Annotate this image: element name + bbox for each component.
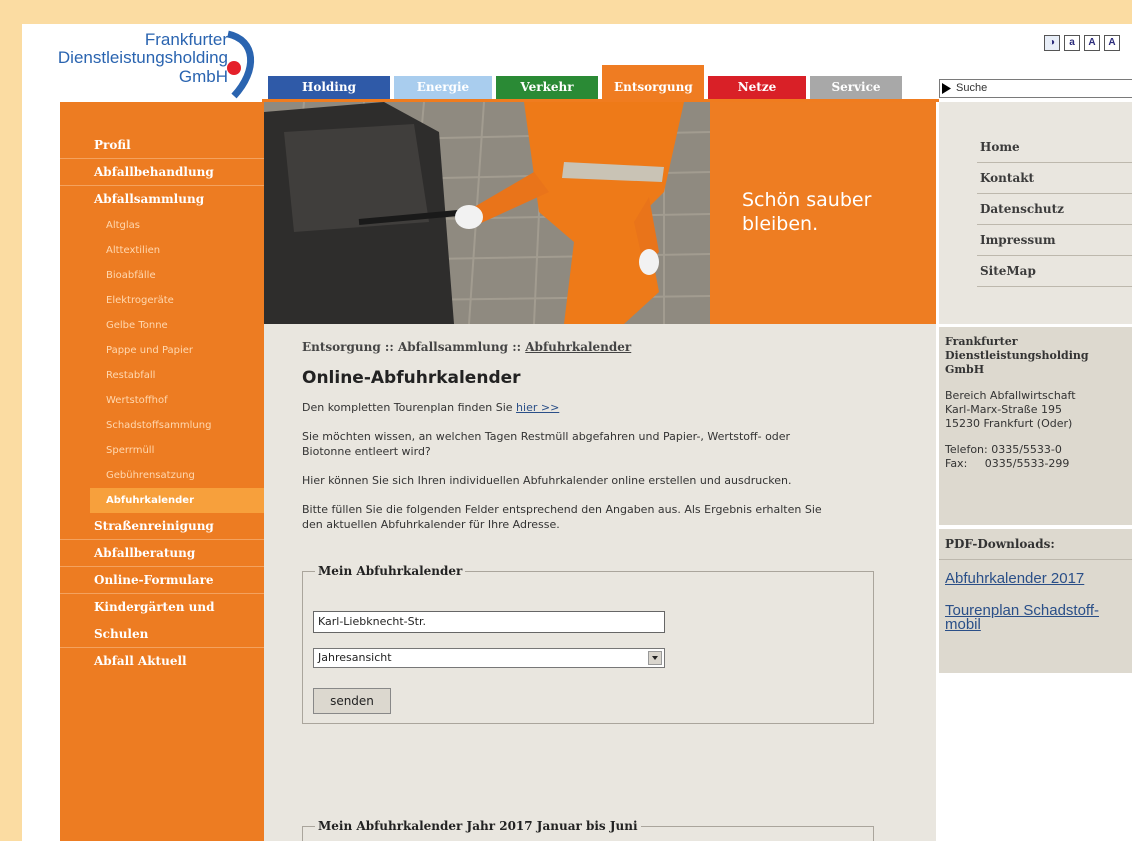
nav-impressum[interactable]: Impressum — [977, 225, 1132, 256]
left-navigation: Profil Abfallbehandlung Abfallsammlung A… — [60, 102, 264, 841]
page-title: Online-Abfuhrkalender — [302, 368, 521, 388]
nav-sub-altglas[interactable]: Altglas — [60, 213, 264, 238]
main-tabs: Holding Energie Verkehr Entsorgung Netze… — [268, 65, 902, 99]
nav-profil[interactable]: Profil — [60, 132, 264, 159]
calendar-form: Mein Abfuhrkalender Karl-Liebknecht-Str.… — [302, 564, 874, 724]
hero-slogan: Schön sauber bleiben. — [742, 189, 872, 235]
hero-banner: Schön sauber bleiben. — [264, 102, 936, 324]
tab-verkehr[interactable]: Verkehr — [496, 76, 598, 99]
contact-company: Frankfurter Dienstleistungsholding GmbH — [945, 335, 1089, 376]
nav-sub-schadstoffsammlung[interactable]: Schadstoffsammlung — [60, 413, 264, 438]
breadcrumb-path[interactable]: Entsorgung :: Abfallsammlung :: — [302, 340, 525, 354]
search-arrow-icon — [942, 83, 951, 94]
nav-kindergaerten[interactable]: Kindergärten und — [60, 594, 264, 621]
nav-abfallberatung[interactable]: Abfallberatung — [60, 540, 264, 567]
service-navigation: Home Kontakt Datenschutz Impressum SiteM… — [939, 102, 1132, 324]
info-paragraph: Hier können Sie sich Ihren individuellen… — [302, 474, 792, 487]
nav-sub-bioabfaelle[interactable]: Bioabfälle — [60, 263, 264, 288]
main-content: Entsorgung :: Abfallsammlung :: Abfuhrka… — [264, 324, 936, 841]
tab-holding[interactable]: Holding — [268, 76, 390, 99]
question-paragraph: Sie möchten wissen, an welchen Tagen Res… — [302, 430, 791, 458]
nav-kontakt[interactable]: Kontakt — [977, 163, 1132, 194]
breadcrumb-current[interactable]: Abfuhrkalender — [525, 340, 631, 354]
nav-sub-wertstoffhof[interactable]: Wertstoffhof — [60, 388, 264, 413]
logo-line-2: Dienstleistungsholding — [57, 48, 228, 67]
nav-sub-pappe-papier[interactable]: Pappe und Papier — [60, 338, 264, 363]
nav-sitemap[interactable]: SiteMap — [977, 256, 1132, 287]
instruction-paragraph: Bitte füllen Sie die folgenden Felder en… — [302, 503, 822, 531]
tourenplan-link[interactable]: hier >> — [516, 401, 559, 414]
nav-home[interactable]: Home — [977, 132, 1132, 163]
nav-abfall-aktuell[interactable]: Abfall Aktuell — [60, 648, 264, 675]
nav-sub-elektrogeraete[interactable]: Elektrogeräte — [60, 288, 264, 313]
pdf-link-abfuhrkalender[interactable]: Abfuhrkalender 2017 — [945, 571, 1126, 586]
nav-schulen[interactable]: Schulen — [60, 621, 264, 648]
font-medium-button[interactable]: A — [1084, 35, 1100, 51]
contrast-icon[interactable]: ◑ — [1044, 35, 1060, 51]
nav-online-formulare[interactable]: Online-Formulare — [60, 567, 264, 594]
breadcrumb: Entsorgung :: Abfallsammlung :: Abfuhrka… — [302, 340, 936, 354]
view-select-value: Jahresansicht — [318, 651, 392, 664]
street-input[interactable]: Karl-Liebknecht-Str. — [313, 611, 665, 633]
tab-netze[interactable]: Netze — [708, 76, 806, 99]
tab-entsorgung[interactable]: Entsorgung — [602, 65, 704, 99]
nav-strassenreinigung[interactable]: Straßenreinigung — [60, 513, 264, 540]
nav-abfallbehandlung[interactable]: Abfallbehandlung — [60, 159, 264, 186]
logo-line-1: Frankfurter — [144, 30, 228, 49]
nav-sub-gebuehrensatzung[interactable]: Gebührensatzung — [60, 463, 264, 488]
nav-abfallsammlung[interactable]: Abfallsammlung — [60, 186, 264, 213]
view-select[interactable]: Jahresansicht — [313, 648, 665, 668]
logo-line-3: GmbH — [178, 67, 228, 86]
search-input[interactable]: Suche — [939, 79, 1132, 98]
nav-sub-gelbe-tonne[interactable]: Gelbe Tonne — [60, 313, 264, 338]
nav-sub-abfuhrkalender[interactable]: Abfuhrkalender — [90, 488, 264, 513]
contact-address: Bereich Abfallwirtschaft Karl-Marx-Straß… — [945, 389, 1076, 430]
contact-phone: Telefon: 0335/5533-0 Fax: 0335/5533-299 — [945, 443, 1070, 470]
calendar-form-legend: Mein Abfuhrkalender — [318, 564, 463, 578]
intro-paragraph: Den kompletten Tourenplan finden Sie hie… — [302, 400, 842, 415]
calendar-result: Mein Abfuhrkalender Jahr 2017 Januar bis… — [302, 819, 874, 841]
nav-sub-alttextilien[interactable]: Alttextilien — [60, 238, 264, 263]
logo-mark-icon — [226, 30, 254, 99]
chevron-down-icon[interactable] — [648, 651, 662, 665]
hero-photo — [264, 102, 710, 324]
pdf-downloads: PDF-Downloads: Abfuhrkalender 2017 Toure… — [939, 529, 1132, 673]
font-large-button[interactable]: A — [1104, 35, 1120, 51]
tab-service[interactable]: Service — [810, 76, 902, 99]
calendar-result-legend: Mein Abfuhrkalender Jahr 2017 Januar bis… — [318, 819, 638, 833]
nav-sub-restabfall[interactable]: Restabfall — [60, 363, 264, 388]
pdf-divider — [939, 559, 1132, 560]
tab-energie[interactable]: Energie — [394, 76, 492, 99]
font-small-button[interactable]: a — [1064, 35, 1080, 51]
submit-button[interactable]: senden — [313, 688, 391, 714]
page: Frankfurter Dienstleistungsholding GmbH … — [22, 24, 1132, 841]
nav-sub-sperrmuell[interactable]: Sperrmüll — [60, 438, 264, 463]
intro-text: Den kompletten Tourenplan finden Sie — [302, 401, 517, 414]
pdf-heading: PDF-Downloads: — [945, 537, 1055, 551]
pdf-link-tourenplan[interactable]: Tourenplan Schadstoff- mobil — [945, 603, 1126, 632]
nav-datenschutz[interactable]: Datenschutz — [977, 194, 1132, 225]
company-logo[interactable]: Frankfurter Dienstleistungsholding GmbH — [22, 30, 262, 100]
contact-box: Frankfurter Dienstleistungsholding GmbH … — [939, 327, 1132, 525]
accessibility-controls: ◑ a A A — [1044, 35, 1120, 51]
search-text: Suche — [956, 82, 988, 94]
